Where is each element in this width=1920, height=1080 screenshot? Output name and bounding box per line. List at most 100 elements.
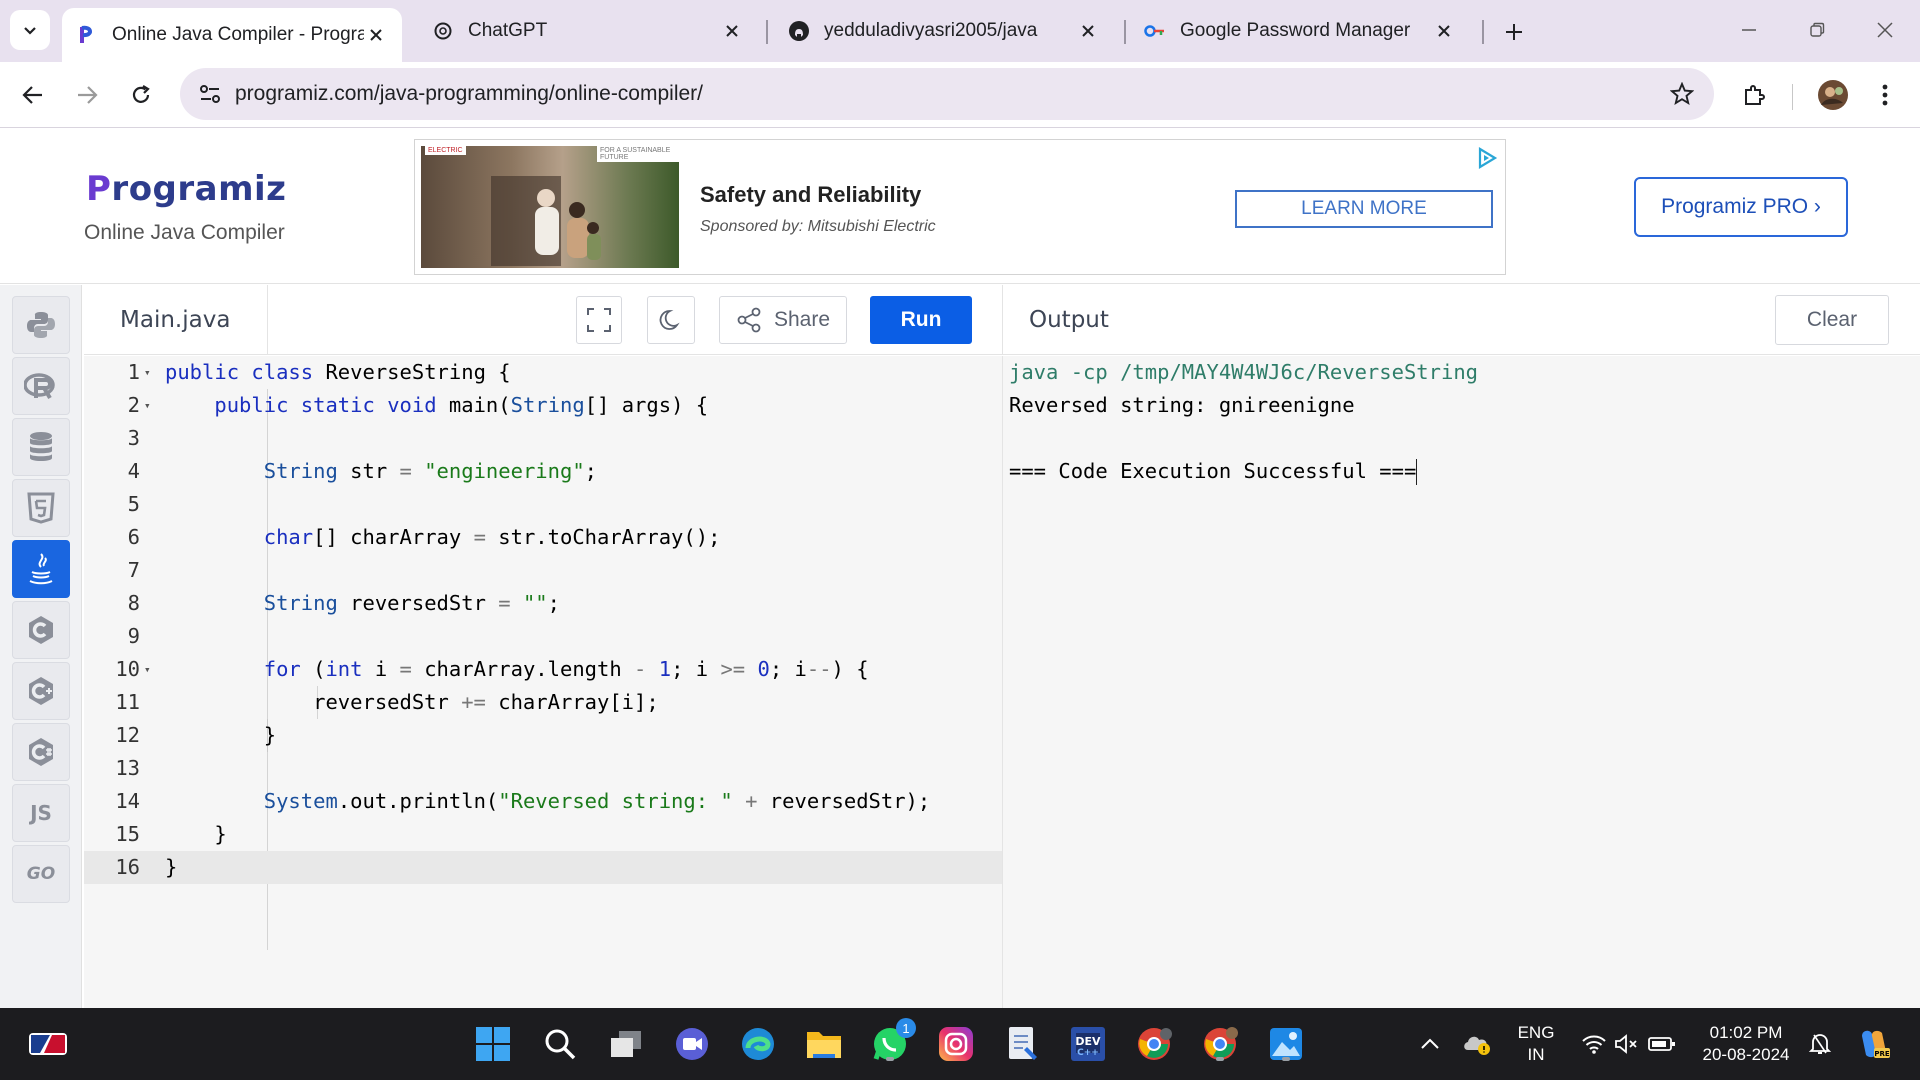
notepad-icon[interactable] [1000, 1022, 1044, 1066]
close-window-button[interactable] [1860, 12, 1910, 48]
line-number: 3 [127, 426, 140, 450]
java-icon[interactable] [12, 540, 70, 598]
output-console[interactable]: java -cp /tmp/MAY4W4WJ6c/ReverseString R… [1002, 356, 1920, 1008]
bookmark-star-icon[interactable] [1666, 78, 1698, 110]
new-tab-button[interactable] [1494, 12, 1534, 52]
code-line[interactable]: 4 String str = "engineering"; [84, 455, 1002, 488]
edge-browser-icon[interactable] [736, 1022, 780, 1066]
menu-button[interactable] [1864, 74, 1906, 116]
code-line[interactable]: 10 ▾ for (int i = charArray.length - 1; i… [84, 653, 1002, 686]
ad-image[interactable]: ELECTRIC FOR A SUSTAINABLE FUTURE [421, 146, 679, 268]
reload-button[interactable] [120, 74, 162, 116]
battery-icon[interactable] [1640, 1022, 1684, 1066]
c-icon[interactable] [12, 601, 70, 659]
notifications-bell-icon[interactable] [1798, 1022, 1842, 1066]
html-icon[interactable] [12, 479, 70, 537]
restore-button[interactable] [1792, 12, 1842, 48]
extensions-button[interactable] [1733, 74, 1775, 116]
advertisement-banner[interactable]: ELECTRIC FOR A SUSTAINABLE FUTURE Safety… [414, 139, 1506, 275]
code-line[interactable]: 16} [84, 851, 1002, 884]
onedrive-warning-icon[interactable] [1456, 1022, 1500, 1066]
tab-github[interactable]: yedduladivyasri2005/java [774, 8, 1114, 54]
language-sidebar: JS GO [0, 285, 82, 1008]
code-line[interactable]: 3 [84, 422, 1002, 455]
tab-chatgpt[interactable]: ChatGPT [418, 8, 758, 54]
csharp-icon[interactable] [12, 723, 70, 781]
programiz-logo[interactable]: Programiz [86, 169, 286, 209]
run-button[interactable]: Run [870, 296, 972, 344]
code-line[interactable]: 15 } [84, 818, 1002, 851]
tab-search-button[interactable] [10, 10, 50, 50]
avatar-icon [1818, 80, 1848, 110]
close-tab-icon[interactable] [1432, 19, 1456, 43]
profile-avatar[interactable] [1812, 74, 1854, 116]
output-status-text: === Code Execution Successful === [1009, 459, 1417, 483]
back-button[interactable] [12, 74, 54, 116]
minimize-button[interactable] [1724, 12, 1774, 48]
code-line[interactable]: 9 [84, 620, 1002, 653]
code-line[interactable]: 1 ▾ public class ReverseString { [84, 356, 1002, 389]
search-icon[interactable] [538, 1022, 582, 1066]
fold-toggle-icon[interactable]: ▾ [144, 653, 156, 686]
teams-chat-icon[interactable] [670, 1022, 714, 1066]
code-line[interactable]: 11 reversedStr += charArray[i]; [84, 686, 1002, 719]
task-view-icon[interactable] [604, 1022, 648, 1066]
line-number: 5 [127, 492, 140, 516]
tab-programiz[interactable]: Online Java Compiler - Program [62, 8, 402, 62]
clock[interactable]: 01:02 PM 20-08-2024 [1690, 1022, 1802, 1066]
tab-title: Online Java Compiler - Program [112, 24, 364, 45]
code-line[interactable]: 8 String reversedStr = ""; [84, 587, 1002, 620]
toolbar-divider [1792, 84, 1793, 110]
devcpp-icon[interactable]: DEV C++ [1066, 1022, 1110, 1066]
mlb-app-icon[interactable] [26, 1022, 70, 1066]
code-line[interactable]: 7 [84, 554, 1002, 587]
ad-learn-more-button[interactable]: LEARN MORE [1235, 190, 1493, 228]
whatsapp-icon[interactable]: 1 [868, 1018, 916, 1066]
tab-password-manager[interactable]: Google Password Manager [1130, 8, 1470, 54]
code-line[interactable]: 5 [84, 488, 1002, 521]
go-icon[interactable]: GO [12, 845, 70, 903]
code-line[interactable]: 6 char[] charArray = str.toCharArray(); [84, 521, 1002, 554]
python-icon[interactable] [12, 296, 70, 354]
chrome-icon[interactable] [1198, 1022, 1242, 1066]
instagram-icon[interactable] [934, 1022, 978, 1066]
site-info-icon[interactable] [196, 80, 224, 108]
clear-button[interactable]: Clear [1775, 295, 1889, 345]
code-line[interactable]: 12 } [84, 719, 1002, 752]
chrome-dev-icon[interactable] [1132, 1022, 1176, 1066]
address-bar[interactable]: programiz.com/java-programming/online-co… [180, 68, 1714, 120]
forward-button[interactable] [66, 74, 108, 116]
fold-toggle-icon[interactable]: ▾ [144, 389, 156, 422]
cpp-icon[interactable] [12, 662, 70, 720]
fullscreen-button[interactable] [576, 296, 622, 344]
sql-icon[interactable] [12, 418, 70, 476]
photos-icon[interactable] [1264, 1022, 1308, 1066]
copilot-icon[interactable]: PRE [1852, 1022, 1896, 1066]
ad-people-illustration [491, 176, 601, 266]
logo-initial: P [86, 169, 112, 209]
line-number: 13 [115, 756, 140, 780]
language-code: ENG [1517, 1023, 1555, 1042]
windows-start-icon[interactable] [471, 1022, 515, 1066]
file-explorer-icon[interactable] [802, 1022, 846, 1066]
theme-toggle-button[interactable] [647, 296, 695, 344]
code-line[interactable]: 13 [84, 752, 1002, 785]
file-tab[interactable]: Main.java [84, 285, 268, 355]
fold-toggle-icon[interactable]: ▾ [144, 356, 156, 389]
programiz-pro-button[interactable]: Programiz PRO › [1634, 177, 1848, 237]
chevron-up-icon[interactable] [1408, 1022, 1452, 1066]
code-line[interactable]: 14 System.out.println("Reversed string: … [84, 785, 1002, 818]
code-line[interactable]: 2 ▾ public static void main(String[] args… [84, 389, 1002, 422]
language-indicator[interactable]: ENG IN [1512, 1022, 1560, 1066]
close-tab-icon[interactable] [720, 19, 744, 43]
code-editor[interactable]: 1 ▾ public class ReverseString {2 ▾ public … [84, 356, 1002, 1008]
svg-text:PRE: PRE [1874, 1050, 1890, 1058]
url-text: programiz.com/java-programming/online-co… [235, 82, 703, 105]
close-tab-icon[interactable] [364, 23, 388, 47]
js-icon[interactable]: JS [12, 784, 70, 842]
share-button[interactable]: Share [719, 296, 847, 344]
close-tab-icon[interactable] [1076, 19, 1100, 43]
running-indicator [886, 1057, 894, 1061]
adchoices-icon[interactable] [1475, 146, 1499, 170]
r-icon[interactable] [12, 357, 70, 415]
